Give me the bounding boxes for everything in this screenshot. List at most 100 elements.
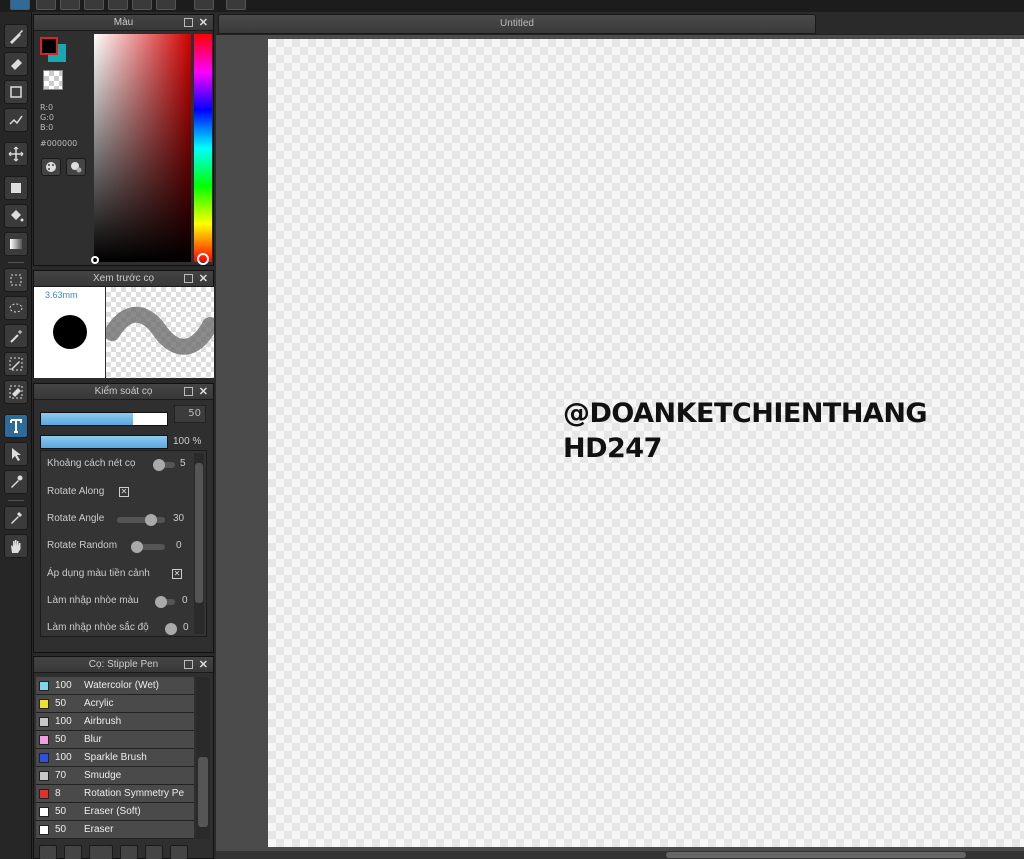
toolbar-button[interactable] bbox=[156, 0, 176, 10]
toolbar-button[interactable] bbox=[108, 0, 128, 10]
toolbar-button[interactable] bbox=[36, 0, 56, 10]
brush-list-item[interactable]: 50 Eraser (Soft) bbox=[36, 803, 194, 821]
brush-list-item[interactable]: 70 Smudge bbox=[36, 767, 194, 785]
canvas-text-line2[interactable]: HD247 bbox=[563, 433, 662, 464]
curve-tool-icon[interactable] bbox=[4, 108, 28, 132]
setting-rotate-angle-slider[interactable] bbox=[117, 514, 165, 526]
rectangle-tool-icon[interactable] bbox=[4, 80, 28, 104]
brush-list-item[interactable]: 100 Sparkle Brush bbox=[36, 749, 194, 767]
transparent-color-swatch[interactable] bbox=[43, 70, 63, 90]
brush-size: 50 bbox=[55, 734, 67, 745]
brush-preview-header: Xem trước cọ ✕ bbox=[34, 271, 213, 287]
toolbar-button[interactable] bbox=[132, 0, 152, 10]
brush-name: Sparkle Brush bbox=[84, 752, 147, 763]
brush-list-item[interactable]: 50 Acrylic bbox=[36, 695, 194, 713]
brush-control-panel: Kiểm soát cọ ✕ 50 100 % Khoảng cách nét … bbox=[33, 383, 214, 653]
brush-size: 100 bbox=[55, 716, 72, 727]
brush-list-item[interactable]: 50 Eraser bbox=[36, 821, 194, 839]
popout-icon[interactable] bbox=[184, 660, 193, 669]
hand-tool-icon[interactable] bbox=[4, 534, 28, 558]
setting-blend-saturation-slider[interactable] bbox=[165, 623, 177, 635]
setting-rotate-random-value: 0 bbox=[176, 540, 182, 551]
select-eraser-tool-icon[interactable] bbox=[4, 380, 28, 404]
redo-button[interactable] bbox=[226, 0, 246, 10]
eyedropper-tool-icon[interactable] bbox=[4, 506, 28, 530]
cloud-brush-icon[interactable] bbox=[39, 845, 57, 859]
brush-size-fill bbox=[41, 413, 133, 425]
text-tool-icon[interactable] bbox=[4, 414, 28, 438]
brush-settings-icon[interactable] bbox=[120, 845, 138, 859]
brush-list: 100 Watercolor (Wet) 50 Acrylic 100 Airbrush 5… bbox=[36, 677, 194, 839]
select-rect-tool-icon[interactable] bbox=[4, 268, 28, 292]
saturation-value-picker[interactable] bbox=[94, 34, 191, 262]
hex-value: #000000 bbox=[40, 139, 78, 148]
brush-name: Eraser (Soft) bbox=[84, 806, 141, 817]
brush-size-slider[interactable] bbox=[40, 412, 168, 426]
setting-foreground-color-checkbox[interactable]: ✕ bbox=[172, 569, 182, 579]
new-brush-icon[interactable] bbox=[64, 845, 82, 859]
palette-icon[interactable] bbox=[41, 158, 61, 176]
brush-opacity-slider[interactable] bbox=[40, 435, 168, 449]
bucket-tool-icon[interactable] bbox=[4, 204, 28, 228]
eraser-tool-icon[interactable] bbox=[4, 52, 28, 76]
brush-preview-panel: Xem trước cọ ✕ 3.63mm bbox=[33, 270, 218, 378]
operation-tool-icon[interactable] bbox=[4, 442, 28, 466]
add-brush-menu-icon[interactable] bbox=[89, 845, 113, 859]
close-icon[interactable]: ✕ bbox=[199, 657, 208, 673]
dropper-tool-icon[interactable] bbox=[4, 470, 28, 494]
setting-blend-color-slider[interactable] bbox=[155, 596, 175, 608]
color-cursor[interactable] bbox=[91, 256, 99, 264]
color-picker-icon[interactable] bbox=[66, 158, 86, 176]
brush-list-item[interactable]: 100 Airbrush bbox=[36, 713, 194, 731]
setting-rotate-along-checkbox[interactable]: ✕ bbox=[119, 487, 129, 497]
brush-size: 100 bbox=[55, 752, 72, 763]
fill-rect-tool-icon[interactable] bbox=[4, 176, 28, 200]
brush-list-item[interactable]: 50 Blur bbox=[36, 731, 194, 749]
duplicate-icon[interactable] bbox=[170, 845, 188, 859]
popout-icon[interactable] bbox=[184, 18, 193, 27]
gradient-tool-icon[interactable] bbox=[4, 232, 28, 256]
popout-icon[interactable] bbox=[184, 387, 193, 396]
toolbar-button[interactable] bbox=[84, 0, 104, 10]
close-icon[interactable]: ✕ bbox=[199, 384, 208, 400]
brush-color-swatch bbox=[39, 681, 49, 691]
select-pen-tool-icon[interactable] bbox=[4, 352, 28, 376]
setting-foreground-color: Áp dụng màu tiền cảnh bbox=[47, 568, 150, 579]
top-toolbar bbox=[0, 0, 1024, 12]
foreground-color-swatch[interactable] bbox=[40, 37, 58, 55]
brush-name: Blur bbox=[84, 734, 102, 745]
undo-button[interactable] bbox=[194, 0, 214, 10]
canvas-text-line1[interactable]: @DOANKETCHIENTHANG bbox=[563, 398, 928, 429]
brush-list-item[interactable]: 8 Rotation Symmetry Pe bbox=[36, 785, 194, 803]
setting-rotate-random: Rotate Random bbox=[47, 540, 118, 551]
brush-size-value[interactable]: 50 bbox=[174, 405, 206, 423]
settings-scrollbar[interactable] bbox=[194, 453, 204, 634]
brush-tool-icon[interactable] bbox=[4, 24, 28, 48]
setting-rotate-random-slider[interactable] bbox=[131, 541, 165, 553]
folder-icon[interactable] bbox=[145, 845, 163, 859]
brush-color-swatch bbox=[39, 717, 49, 727]
lasso-tool-icon[interactable] bbox=[4, 296, 28, 320]
close-icon[interactable]: ✕ bbox=[199, 271, 208, 287]
document-tab[interactable]: Untitled bbox=[218, 14, 816, 34]
setting-spacing-slider[interactable] bbox=[153, 459, 175, 471]
brush-color-swatch bbox=[39, 789, 49, 799]
brush-list-item[interactable]: 100 Watercolor (Wet) bbox=[36, 677, 194, 695]
hue-cursor[interactable] bbox=[197, 253, 209, 265]
brush-name: Airbrush bbox=[84, 716, 122, 727]
brush-name: Acrylic bbox=[84, 698, 114, 709]
brush-tip-dot bbox=[53, 315, 87, 349]
toolbar-button[interactable] bbox=[10, 0, 30, 10]
brush-size: 100 bbox=[55, 680, 72, 691]
toolbar-button[interactable] bbox=[60, 0, 80, 10]
popout-icon[interactable] bbox=[184, 274, 193, 283]
move-tool-icon[interactable] bbox=[4, 142, 28, 166]
app-window: Màu ✕ R:0 G:0 B:0 #000000 Xem trước cọ ✕… bbox=[0, 0, 1024, 859]
magic-wand-tool-icon[interactable] bbox=[4, 324, 28, 348]
brush-list-panel: Cọ: Stipple Pen ✕ 100 Watercolor (Wet) 50 A… bbox=[33, 656, 214, 859]
close-icon[interactable]: ✕ bbox=[199, 15, 208, 31]
color-panel: Màu ✕ R:0 G:0 B:0 #000000 bbox=[33, 14, 214, 266]
brush-list-scrollbar[interactable] bbox=[196, 677, 210, 839]
canvas-horizontal-scrollbar[interactable] bbox=[216, 851, 1024, 859]
hue-slider[interactable] bbox=[194, 34, 212, 262]
